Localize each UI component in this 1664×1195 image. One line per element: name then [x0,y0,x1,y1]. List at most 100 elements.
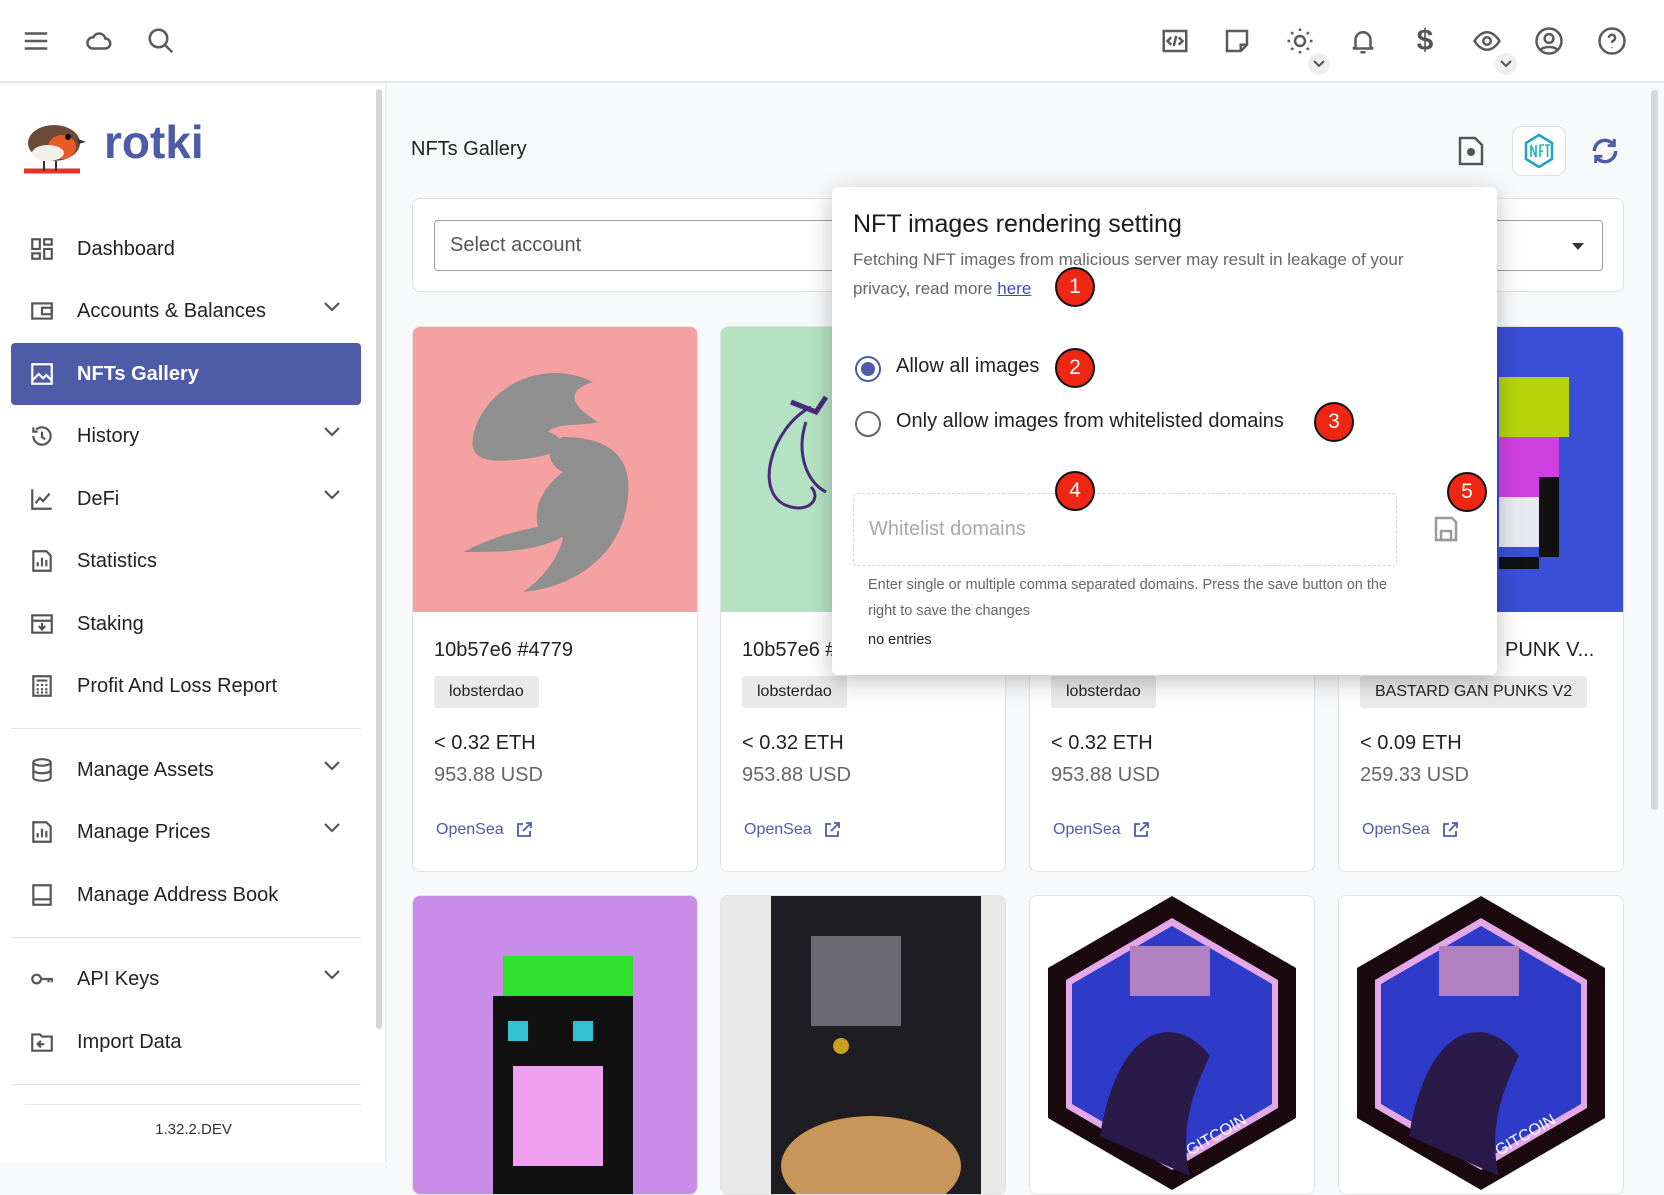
sidebar-item-statistics[interactable]: Statistics [11,531,361,591]
import-icon [27,1027,57,1057]
nft-icon [1524,133,1554,169]
nft-image: GITCOIN [1030,896,1314,1194]
sidebar-item-accounts-balances[interactable]: Accounts & Balances [11,281,361,341]
theme-chevron-down-icon[interactable] [1308,53,1330,75]
nft-image: GITCOIN [1339,896,1623,1194]
staking-icon [27,609,57,639]
settings-file-icon[interactable] [1444,126,1498,176]
nft-image [721,896,1005,1194]
sidebar-item-staking[interactable]: Staking [11,594,361,654]
collection-chip: lobsterdao [434,676,539,708]
opensea-link[interactable]: OpenSea [744,821,840,839]
history-icon [27,421,57,451]
opensea-link[interactable]: OpenSea [1053,821,1149,839]
sidebar-item-label: Import Data [77,1030,182,1053]
sidebar-item-profit-and-loss-report[interactable]: Profit And Loss Report [11,656,361,716]
refresh-icon[interactable] [1578,126,1632,176]
eye-chevron-down-icon[interactable] [1495,53,1517,75]
price-usd: 953.88 USD [742,764,851,786]
nft-card[interactable] [720,895,1006,1195]
chevron-down-icon [324,761,340,771]
sidebar-item-defi[interactable]: DeFi [11,469,361,529]
sidebar-item-dashboard[interactable]: Dashboard [11,219,361,279]
help-icon[interactable] [1593,22,1631,60]
divider [11,1084,361,1085]
sidebar-item-label: API Keys [77,967,160,990]
divider [11,728,361,729]
code-icon[interactable] [1156,22,1194,60]
opensea-link[interactable]: OpenSea [436,821,532,839]
menu-icon[interactable] [17,22,55,60]
sidebar-item-label: Manage Address Book [77,883,279,906]
cloud-icon[interactable] [80,22,118,60]
sidebar-item-label: Staking [77,612,144,635]
nft-card[interactable]: GITCOIN [1338,895,1624,1195]
divider [25,1104,361,1105]
notes-icon[interactable] [1218,22,1256,60]
address-book-icon [27,880,57,910]
whitelist-hint: Enter single or multiple comma separated… [868,577,1388,619]
select-account-dropdown[interactable]: Select account [434,220,854,271]
nft-card[interactable]: GITCOIN [1029,895,1315,1195]
bell-icon[interactable] [1344,22,1382,60]
whitelist-placeholder: Whitelist domains [869,518,1026,540]
chart-line-icon [27,484,57,514]
rotki-logo [18,111,86,179]
whitelist-domains-input[interactable]: Whitelist domains [853,493,1397,566]
key-icon [27,964,57,994]
external-link-icon [1133,822,1149,837]
sidebar-item-manage-assets[interactable]: Manage Assets [11,740,361,800]
sidebar-item-manage-address-book[interactable]: Manage Address Book [11,865,361,925]
price-eth: < 0.09 ETH [1360,732,1462,754]
external-link-icon [824,822,840,837]
save-icon[interactable] [1434,516,1458,547]
price-eth: < 0.32 ETH [742,732,844,754]
calculator-icon [27,671,57,701]
nft-title: PUNK V... [1505,639,1595,661]
select-account-placeholder: Select account [450,234,582,256]
sidebar-item-import-data[interactable]: Import Data [11,1012,361,1072]
main-scrollbar[interactable] [1651,90,1658,810]
database-icon [27,755,57,785]
radio-allow-all[interactable] [855,356,881,382]
divider [11,937,361,938]
option-allow-all-label[interactable]: Allow all images [896,355,1039,378]
wallet-icon [27,296,57,326]
dollar-icon[interactable]: $ [1406,22,1444,60]
opensea-link-label: OpenSea [1362,821,1430,838]
description-text: Fetching NFT images from malicious serve… [853,250,1404,298]
price-usd: 953.88 USD [434,764,543,786]
sidebar-item-label: Manage Prices [77,820,211,843]
price-usd: 953.88 USD [1051,764,1160,786]
app-version: 1.32.2.DEV [155,1121,232,1138]
chevron-down-icon [324,970,340,980]
nft-image [413,327,697,612]
chevron-down-icon [324,427,340,437]
sidebar-item-history[interactable]: History [11,406,361,466]
radio-whitelist-only[interactable] [855,411,881,437]
nft-title: 10b57e6 #4779 [434,639,574,661]
sidebar: rotki Dashboard Accounts & Balances NFTs… [0,85,387,1162]
sidebar-item-api-keys[interactable]: API Keys [11,949,361,1009]
sidebar-item-label: Accounts & Balances [77,299,266,322]
external-link-icon [1442,822,1458,837]
nft-card[interactable]: 10b57e6 #4779 lobsterdao < 0.32 ETH 953.… [412,326,698,872]
search-icon[interactable] [142,22,180,60]
chevron-down-icon [324,823,340,833]
nft-title: 10b57e6 # [742,639,837,661]
brand-name: rotki [104,116,204,168]
nft-settings-button[interactable] [1512,126,1566,176]
annotation-badge-2: 2 [1055,348,1095,388]
annotation-badge-3: 3 [1314,402,1354,442]
price-eth: < 0.32 ETH [1051,732,1153,754]
opensea-link[interactable]: OpenSea [1362,821,1458,839]
sidebar-item-label: Profit And Loss Report [77,674,278,697]
sidebar-item-nfts-gallery[interactable]: NFTs Gallery [11,343,361,405]
read-more-link[interactable]: here [997,279,1031,298]
sidebar-item-label: NFTs Gallery [77,362,199,385]
sidebar-item-manage-prices[interactable]: Manage Prices [11,802,361,862]
sidebar-scrollbar[interactable] [376,89,382,1029]
account-icon[interactable] [1530,22,1568,60]
option-whitelist-label[interactable]: Only allow images from whitelisted domai… [896,410,1284,433]
nft-card[interactable] [412,895,698,1195]
